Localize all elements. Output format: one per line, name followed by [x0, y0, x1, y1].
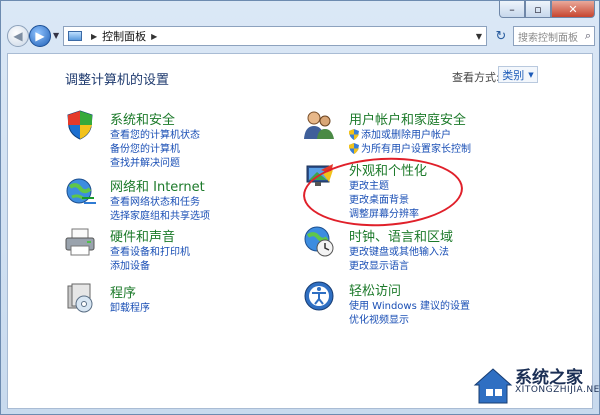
users-icon[interactable] — [303, 109, 335, 141]
printer-icon[interactable] — [64, 226, 96, 258]
link-add-device[interactable]: 添加设备 — [110, 257, 150, 272]
maximize-icon: ▫ — [534, 2, 542, 16]
link-optimize-visual-display[interactable]: 优化视频显示 — [349, 311, 409, 326]
forward-arrow-icon: ▶ — [35, 29, 45, 43]
uac-shield-icon — [349, 129, 359, 140]
view-by-dropdown[interactable]: 类别 ▼ — [498, 66, 538, 83]
watermark: 系统之家 XITONGZHIJIA.NET — [471, 355, 600, 413]
view-by-value: 类别 — [502, 68, 525, 82]
breadcrumb-chevron-icon[interactable]: ▶ — [91, 32, 97, 41]
chevron-down-icon: ▼ — [528, 70, 534, 79]
back-button[interactable]: ◀ — [7, 25, 29, 47]
refresh-icon: ↻ — [495, 28, 507, 44]
link-add-remove-accounts[interactable]: 添加或删除用户帐户 — [349, 126, 451, 141]
view-by-label: 查看方式: — [452, 71, 500, 84]
minimize-icon: – — [509, 2, 515, 16]
link-network-status[interactable]: 查看网络状态和任务 — [110, 193, 200, 208]
breadcrumb-chevron-icon[interactable]: ▶ — [151, 32, 157, 41]
programs-icon[interactable] — [64, 282, 96, 314]
close-button[interactable]: ✕ — [551, 1, 595, 18]
control-panel-icon — [68, 31, 82, 41]
link-text: 为所有用户设置家长控制 — [361, 144, 471, 155]
navigation-bar: ◀ ▶ ▼ ▶ 控制面板 ▶ ▼ ↻ 搜索控制面板 ⌕ — [1, 23, 599, 49]
refresh-button[interactable]: ↻ — [491, 27, 511, 45]
search-input[interactable]: 搜索控制面板 ⌕ — [513, 26, 595, 46]
control-panel-window: – ▫ ✕ ◀ ▶ ▼ ▶ 控制面板 ▶ ▼ ↻ 搜索控制面板 ⌕ 调整计算机的… — [0, 0, 600, 415]
link-homegroup-sharing[interactable]: 选择家庭组和共享选项 — [110, 207, 210, 222]
network-icon[interactable] — [64, 176, 96, 208]
link-devices-printers[interactable]: 查看设备和打印机 — [110, 243, 190, 258]
uac-shield-icon — [349, 143, 359, 154]
caption-buttons: – ▫ ✕ — [499, 1, 595, 18]
title-bar: – ▫ ✕ — [1, 1, 599, 23]
forward-button[interactable]: ▶ — [29, 25, 51, 47]
maximize-button[interactable]: ▫ — [525, 1, 551, 18]
link-windows-recommended-settings[interactable]: 使用 Windows 建议的设置 — [349, 297, 470, 312]
minimize-button[interactable]: – — [499, 1, 525, 18]
page-title: 调整计算机的设置 — [65, 73, 170, 88]
ease-of-access-icon[interactable] — [303, 280, 335, 312]
link-change-display-language[interactable]: 更改显示语言 — [349, 257, 409, 272]
search-icon[interactable]: ⌕ — [585, 29, 591, 43]
link-change-keyboard[interactable]: 更改键盘或其他输入法 — [349, 243, 449, 258]
recent-pages-dropdown[interactable]: ▼ — [53, 31, 59, 40]
house-logo-icon — [473, 368, 513, 404]
address-dropdown-icon[interactable]: ▼ — [476, 32, 482, 41]
search-placeholder: 搜索控制面板 — [518, 32, 578, 44]
back-arrow-icon: ◀ — [13, 29, 23, 43]
breadcrumb-control-panel[interactable]: 控制面板 — [102, 28, 146, 44]
link-view-computer-status[interactable]: 查看您的计算机状态 — [110, 126, 200, 141]
link-backup-computer[interactable]: 备份您的计算机 — [110, 140, 180, 155]
link-troubleshoot[interactable]: 查找并解决问题 — [110, 154, 180, 169]
chevron-down-icon: ▼ — [53, 31, 60, 40]
close-icon: ✕ — [568, 2, 578, 16]
shield-icon[interactable] — [64, 109, 96, 141]
globe-clock-icon[interactable] — [303, 226, 335, 258]
watermark-url: XITONGZHIJIA.NET — [515, 385, 600, 395]
link-uninstall-program[interactable]: 卸载程序 — [110, 299, 150, 314]
link-parental-controls[interactable]: 为所有用户设置家长控制 — [349, 140, 471, 155]
address-bar[interactable]: ▶ 控制面板 ▶ ▼ — [63, 26, 487, 46]
